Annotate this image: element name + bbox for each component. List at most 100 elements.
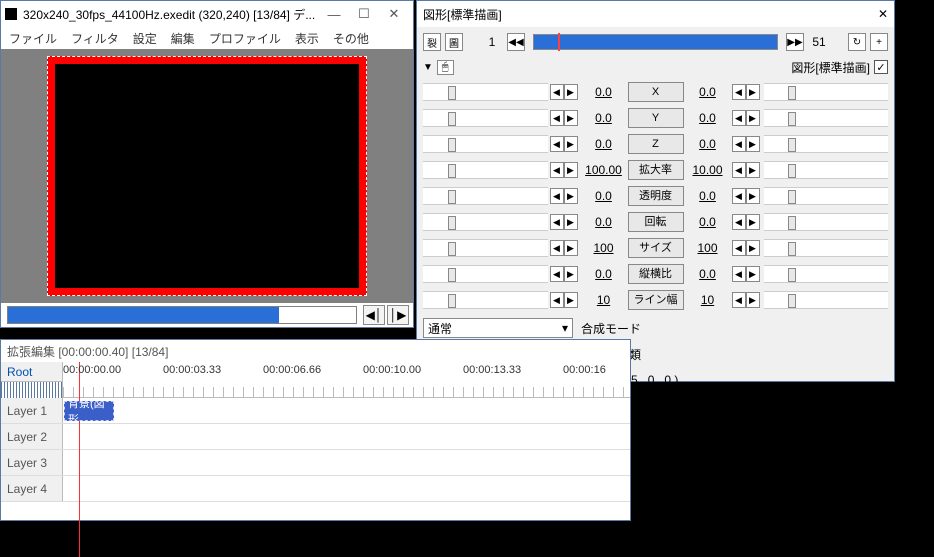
param-right-slider[interactable] xyxy=(764,83,889,101)
dec-button[interactable]: ◀ xyxy=(732,162,746,178)
dec-button[interactable]: ◀ xyxy=(550,84,564,100)
frame-track[interactable] xyxy=(533,34,778,50)
minimize-button[interactable]: — xyxy=(319,3,349,25)
dec-button[interactable]: ◀ xyxy=(732,110,746,126)
mouse-icon[interactable]: 🖱 xyxy=(437,60,454,75)
inc-button[interactable]: ▶ xyxy=(564,84,578,100)
dec-button[interactable]: ◀ xyxy=(550,162,564,178)
param-left-value[interactable]: 100.00 xyxy=(584,163,624,177)
inc-button[interactable]: ▶ xyxy=(564,136,578,152)
param-left-slider[interactable] xyxy=(423,109,548,127)
frame-first-button[interactable]: ◀◀ xyxy=(507,33,525,51)
menu-profile[interactable]: プロファイル xyxy=(209,30,281,47)
timeline-clip[interactable]: 背景(図形 xyxy=(64,401,114,421)
param-left-slider[interactable] xyxy=(423,265,548,283)
inc-button[interactable]: ▶ xyxy=(564,240,578,256)
dec-button[interactable]: ◀ xyxy=(550,266,564,282)
param-left-value[interactable]: 0.0 xyxy=(584,215,624,229)
inc-button[interactable]: ▶ xyxy=(746,266,760,282)
param-right-value[interactable]: 0.0 xyxy=(688,137,728,151)
dec-button[interactable]: ◀ xyxy=(732,84,746,100)
param-left-slider[interactable] xyxy=(423,187,548,205)
property-close-button[interactable]: ✕ xyxy=(878,7,888,21)
menu-edit[interactable]: 編集 xyxy=(171,30,195,47)
menu-other[interactable]: その他 xyxy=(333,30,369,47)
menu-filter[interactable]: フィルタ xyxy=(71,30,119,47)
inc-button[interactable]: ▶ xyxy=(564,162,578,178)
dec-button[interactable]: ◀ xyxy=(550,188,564,204)
param-right-slider[interactable] xyxy=(764,109,889,127)
param-label-button[interactable]: 回転 xyxy=(628,212,684,232)
timeline-title[interactable]: 拡張編集 [00:00:00.40] [13/84] xyxy=(1,340,630,362)
layer-label[interactable]: Layer 3 xyxy=(1,450,63,475)
inc-button[interactable]: ▶ xyxy=(746,240,760,256)
dec-button[interactable]: ◀ xyxy=(550,214,564,230)
timeline-zoom-scale[interactable] xyxy=(1,382,62,398)
dec-button[interactable]: ◀ xyxy=(732,136,746,152)
property-titlebar[interactable]: 図形[標準描画] ✕ xyxy=(417,1,894,27)
dec-button[interactable]: ◀ xyxy=(550,292,564,308)
dec-button[interactable]: ◀ xyxy=(732,240,746,256)
param-label-button[interactable]: ライン幅 xyxy=(628,290,684,310)
param-left-value[interactable]: 0.0 xyxy=(584,267,624,281)
param-right-value[interactable]: 0.0 xyxy=(688,111,728,125)
preview-titlebar[interactable]: 320x240_30fps_44100Hz.exedit (320,240) [… xyxy=(1,1,413,27)
prev-frame-button[interactable]: ◀│ xyxy=(363,305,385,325)
track-body[interactable] xyxy=(63,476,630,501)
collapse-icon[interactable]: ▼ xyxy=(423,62,433,73)
param-label-button[interactable]: X xyxy=(628,82,684,102)
track-body[interactable] xyxy=(63,450,630,475)
param-right-value[interactable]: 100 xyxy=(688,241,728,255)
layer-label[interactable]: Layer 2 xyxy=(1,424,63,449)
dec-button[interactable]: ◀ xyxy=(732,188,746,204)
dec-button[interactable]: ◀ xyxy=(550,136,564,152)
param-right-slider[interactable] xyxy=(764,291,889,309)
param-left-slider[interactable] xyxy=(423,291,548,309)
preview-viewport[interactable] xyxy=(1,49,413,303)
dec-button[interactable]: ◀ xyxy=(732,214,746,230)
param-right-value[interactable]: 10.00 xyxy=(688,163,728,177)
layer-label[interactable]: Layer 4 xyxy=(1,476,63,501)
inc-button[interactable]: ▶ xyxy=(564,292,578,308)
layer-label[interactable]: Layer 1 xyxy=(1,398,63,423)
inc-button[interactable]: ▶ xyxy=(564,188,578,204)
param-right-value[interactable]: 0.0 xyxy=(688,85,728,99)
menu-settings[interactable]: 設定 xyxy=(133,30,157,47)
timeline-ruler[interactable]: 00:00:00.0000:00:03.3300:00:06.6600:00:1… xyxy=(63,362,630,398)
param-label-button[interactable]: Y xyxy=(628,108,684,128)
param-right-value[interactable]: 10 xyxy=(688,293,728,307)
track-body[interactable]: 背景(図形 xyxy=(63,398,630,423)
frame-last-button[interactable]: ▶▶ xyxy=(786,33,804,51)
toolbar-btn-1[interactable]: 裂 xyxy=(423,33,441,51)
inc-button[interactable]: ▶ xyxy=(564,266,578,282)
param-label-button[interactable]: 拡大率 xyxy=(628,160,684,180)
param-right-slider[interactable] xyxy=(764,239,889,257)
dec-button[interactable]: ◀ xyxy=(550,110,564,126)
close-button[interactable]: ✕ xyxy=(379,3,409,25)
track-body[interactable] xyxy=(63,424,630,449)
blend-mode-select[interactable]: 通常▾ xyxy=(423,318,573,338)
dec-button[interactable]: ◀ xyxy=(550,240,564,256)
param-right-slider[interactable] xyxy=(764,135,889,153)
param-left-slider[interactable] xyxy=(423,239,548,257)
param-left-slider[interactable] xyxy=(423,161,548,179)
inc-button[interactable]: ▶ xyxy=(746,110,760,126)
timeline-root[interactable]: Root xyxy=(1,362,62,382)
param-right-slider[interactable] xyxy=(764,265,889,283)
dec-button[interactable]: ◀ xyxy=(732,266,746,282)
object-enabled-checkbox[interactable]: ✓ xyxy=(874,60,888,74)
param-left-value[interactable]: 0.0 xyxy=(584,189,624,203)
param-label-button[interactable]: Z xyxy=(628,134,684,154)
param-left-slider[interactable] xyxy=(423,135,548,153)
param-left-value[interactable]: 0.0 xyxy=(584,111,624,125)
inc-button[interactable]: ▶ xyxy=(746,84,760,100)
param-right-slider[interactable] xyxy=(764,213,889,231)
param-left-slider[interactable] xyxy=(423,213,548,231)
inc-button[interactable]: ▶ xyxy=(564,110,578,126)
inc-button[interactable]: ▶ xyxy=(564,214,578,230)
next-frame-button[interactable]: │▶ xyxy=(387,305,409,325)
param-label-button[interactable]: 縦横比 xyxy=(628,264,684,284)
param-right-value[interactable]: 0.0 xyxy=(688,267,728,281)
menu-view[interactable]: 表示 xyxy=(295,30,319,47)
param-label-button[interactable]: サイズ xyxy=(628,238,684,258)
